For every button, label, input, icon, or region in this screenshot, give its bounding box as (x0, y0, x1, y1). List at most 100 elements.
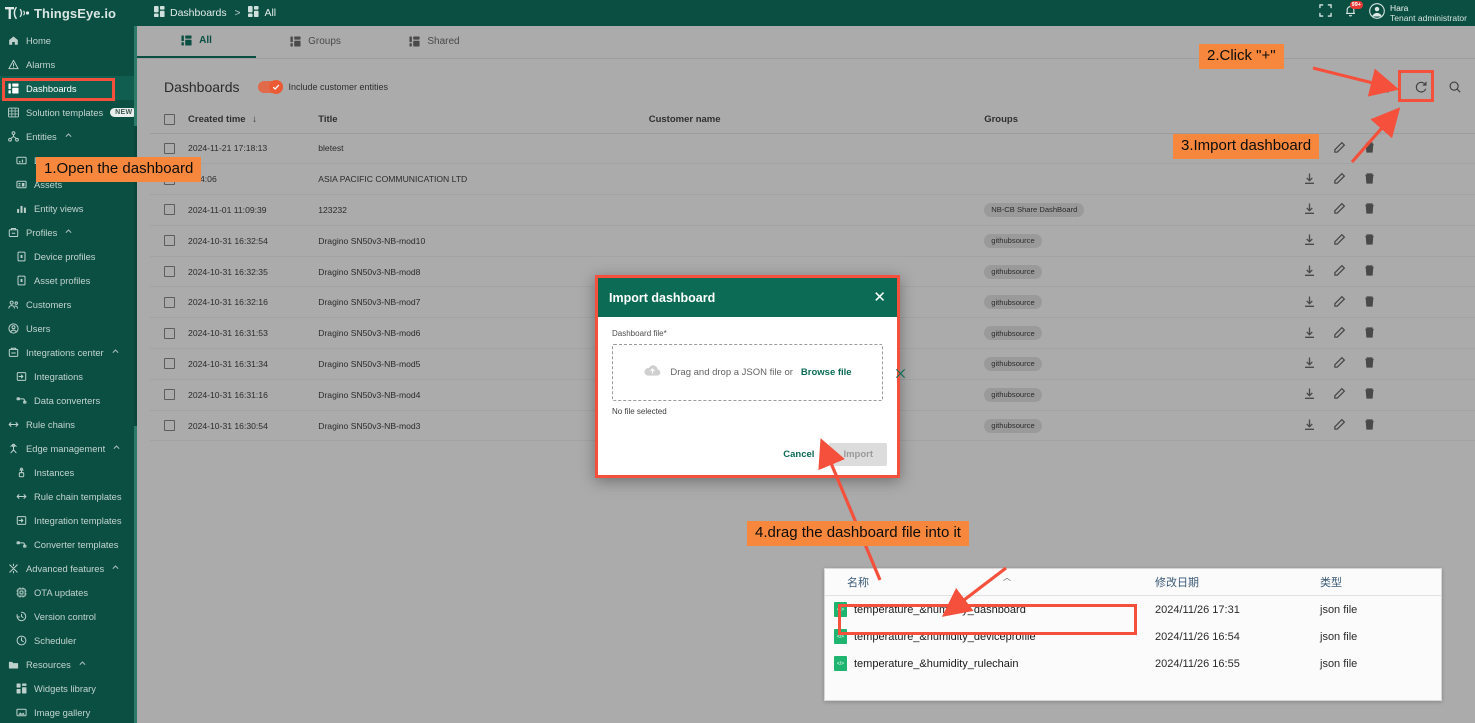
column-customer-name[interactable]: Customer name (649, 107, 985, 133)
group-chip[interactable]: githubsource (984, 234, 1041, 248)
download-icon[interactable] (1303, 172, 1316, 187)
sidebar-item-dashboards[interactable]: Dashboards (0, 76, 137, 100)
user-menu[interactable]: Hara Tenant administrator (1369, 3, 1467, 24)
sidebar-item-integrations-center[interactable]: Integrations center (0, 340, 137, 364)
delete-icon[interactable] (1363, 233, 1376, 248)
edit-icon[interactable] (1333, 264, 1346, 279)
sidebar-item-instances[interactable]: Instances (0, 460, 137, 484)
group-chip[interactable]: githubsource (984, 265, 1041, 279)
brand-logo[interactable]: ThingsEye.io (0, 0, 137, 26)
table-row[interactable]: 2024-11-01 11:09:39123232NB-CB Share Das… (150, 195, 1475, 226)
delete-icon[interactable] (1363, 387, 1376, 402)
row-checkbox[interactable] (164, 420, 175, 431)
column-groups[interactable]: Groups (984, 107, 1284, 133)
edit-icon[interactable] (1333, 387, 1346, 402)
tab-shared[interactable]: Shared (375, 25, 494, 58)
sidebar-item-rule-chains[interactable]: Rule chains (0, 412, 137, 436)
row-checkbox[interactable] (164, 266, 175, 277)
sidebar-item-alarms[interactable]: Alarms (0, 52, 137, 76)
download-icon[interactable] (1303, 326, 1316, 341)
download-icon[interactable] (1303, 356, 1316, 371)
cancel-button[interactable]: Cancel (773, 443, 824, 466)
clear-file-icon[interactable] (895, 366, 906, 384)
file-row[interactable]: temperature_&humidity_deviceprofile2024/… (825, 623, 1441, 650)
sidebar-item-device-profiles[interactable]: Device profiles (0, 244, 137, 268)
sidebar-item-integrations[interactable]: Integrations (0, 364, 137, 388)
chevron-up-icon[interactable] (64, 227, 83, 238)
delete-icon[interactable] (1363, 418, 1376, 433)
explorer-column-name[interactable]: 名称 (825, 574, 1155, 590)
sidebar-item-converter-templates[interactable]: Converter templates (0, 532, 137, 556)
download-icon[interactable] (1303, 233, 1316, 248)
sidebar-item-customers[interactable]: Customers (0, 292, 137, 316)
delete-icon[interactable] (1363, 264, 1376, 279)
row-checkbox[interactable] (164, 358, 175, 369)
refresh-button[interactable] (1411, 77, 1431, 97)
breadcrumb-item-all[interactable]: All (264, 7, 276, 19)
chevron-up-icon[interactable] (112, 443, 131, 454)
download-icon[interactable] (1303, 295, 1316, 310)
delete-icon[interactable] (1363, 326, 1376, 341)
delete-icon[interactable] (1363, 295, 1376, 310)
sidebar-item-entities[interactable]: Entities (0, 124, 137, 148)
close-icon[interactable]: ✕ (873, 290, 886, 305)
add-dashboard-button[interactable] (1377, 77, 1397, 97)
sidebar-item-profiles[interactable]: Profiles (0, 220, 137, 244)
download-icon[interactable] (1303, 387, 1316, 402)
row-checkbox[interactable] (164, 328, 175, 339)
import-button[interactable]: Import (829, 443, 887, 466)
search-button[interactable] (1445, 77, 1465, 97)
sidebar-item-ota-updates[interactable]: OTA updates (0, 580, 137, 604)
group-chip[interactable]: NB-CB Share DashBoard (984, 203, 1084, 217)
row-checkbox[interactable] (164, 204, 175, 215)
edit-icon[interactable] (1333, 233, 1346, 248)
file-dropzone[interactable]: Drag and drop a JSON file or Browse file (612, 344, 883, 401)
edit-icon[interactable] (1333, 418, 1346, 433)
explorer-column-type[interactable]: 类型 (1320, 574, 1430, 590)
sidebar-item-widgets-library[interactable]: Widgets library (0, 676, 137, 700)
download-icon[interactable] (1303, 264, 1316, 279)
sidebar-item-asset-profiles[interactable]: Asset profiles (0, 268, 137, 292)
chevron-up-icon[interactable] (78, 659, 97, 670)
edit-icon[interactable] (1333, 141, 1346, 156)
row-checkbox[interactable] (164, 235, 175, 246)
sidebar-item-rule-chain-templates[interactable]: Rule chain templates (0, 484, 137, 508)
edit-icon[interactable] (1333, 172, 1346, 187)
delete-icon[interactable] (1363, 202, 1376, 217)
column-title[interactable]: Title (318, 107, 648, 133)
sidebar-item-version-control[interactable]: Version control (0, 604, 137, 628)
column-created-time[interactable]: Created time ↓ (188, 107, 318, 133)
sidebar-item-resources[interactable]: Resources (0, 652, 137, 676)
delete-icon[interactable] (1363, 141, 1376, 156)
sidebar-item-edge-management[interactable]: Edge management (0, 436, 137, 460)
group-chip[interactable]: githubsource (984, 326, 1041, 340)
chevron-up-icon[interactable] (64, 131, 83, 142)
download-icon[interactable] (1303, 202, 1316, 217)
edit-icon[interactable] (1333, 326, 1346, 341)
include-customer-entities-toggle[interactable]: Include customer entities (258, 81, 389, 93)
file-name-cell[interactable]: temperature_&humidity_deviceprofile (825, 629, 1155, 644)
bell-icon[interactable]: 99+ (1344, 4, 1357, 22)
group-chip[interactable]: githubsource (984, 419, 1041, 433)
tab-all[interactable]: All (137, 25, 256, 58)
breadcrumb-item-dashboards[interactable]: Dashboards (170, 7, 227, 19)
file-name-cell[interactable]: temperature_&humidity_dashboard (825, 602, 1155, 617)
edit-icon[interactable] (1333, 356, 1346, 371)
row-checkbox[interactable] (164, 297, 175, 308)
edit-icon[interactable] (1333, 202, 1346, 217)
sidebar-item-integration-templates[interactable]: Integration templates (0, 508, 137, 532)
sidebar-item-entity-views[interactable]: Entity views (0, 196, 137, 220)
sidebar-item-scheduler[interactable]: Scheduler (0, 628, 137, 652)
tab-groups[interactable]: Groups (256, 25, 375, 58)
chevron-up-icon[interactable] (111, 347, 130, 358)
sidebar-item-data-converters[interactable]: Data converters (0, 388, 137, 412)
browse-file-link[interactable]: Browse file (801, 367, 852, 378)
table-row[interactable]: 6:44:06ASIA PACIFIC COMMUNICATION LTD (150, 164, 1475, 195)
table-row[interactable]: 2024-10-31 16:32:54Dragino SN50v3-NB-mod… (150, 225, 1475, 256)
group-chip[interactable]: githubsource (984, 388, 1041, 402)
toggle-track[interactable] (258, 81, 283, 93)
edit-icon[interactable] (1333, 295, 1346, 310)
file-row[interactable]: temperature_&humidity_rulechain2024/11/2… (825, 650, 1441, 677)
sidebar-item-advanced-features[interactable]: Advanced features (0, 556, 137, 580)
file-row[interactable]: temperature_&humidity_dashboard2024/11/2… (825, 596, 1441, 623)
